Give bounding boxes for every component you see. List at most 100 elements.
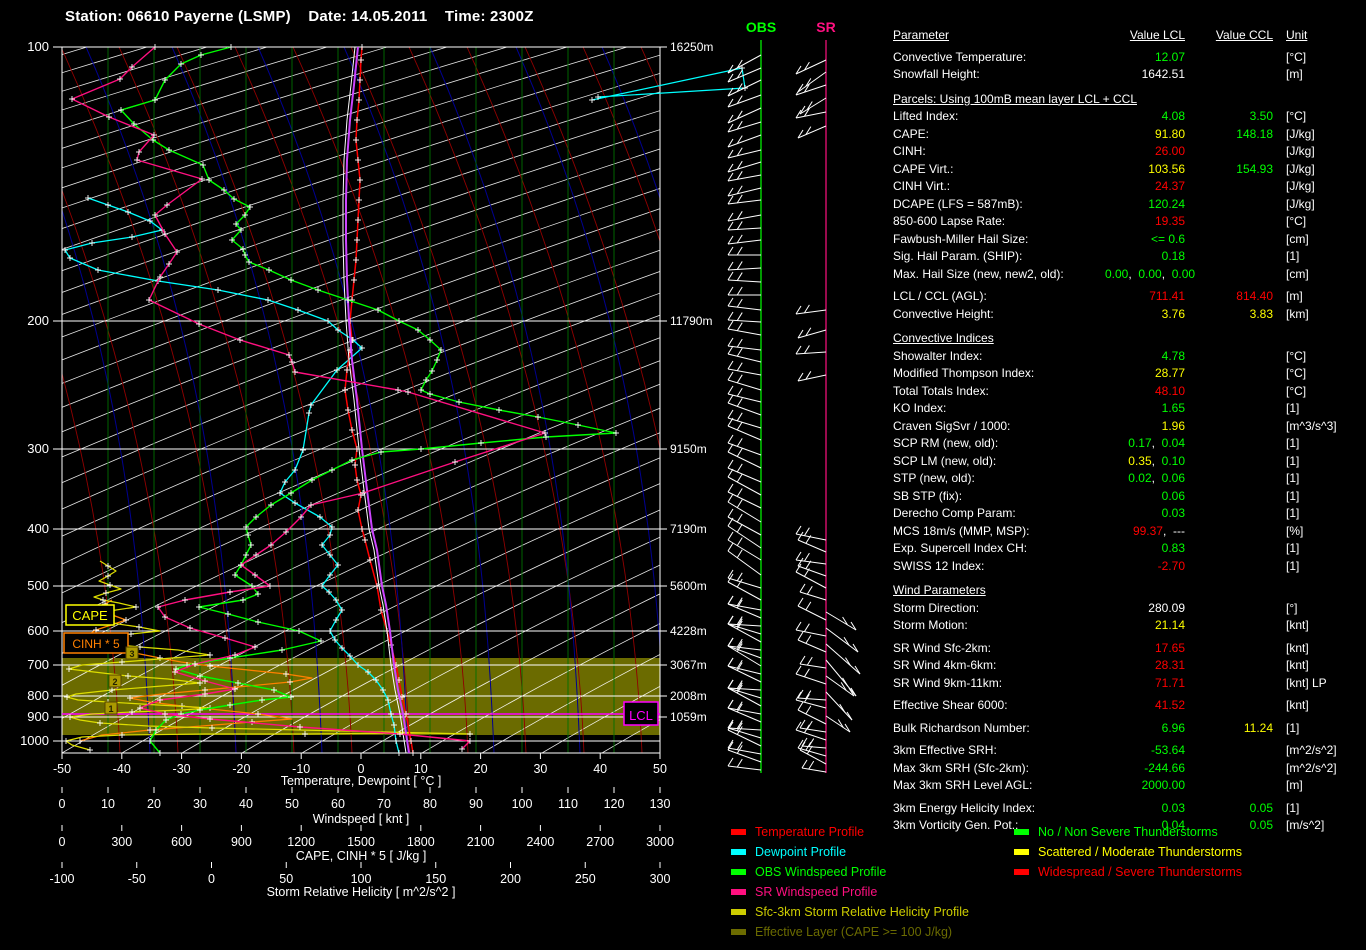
axis-tick-label: -100 <box>49 872 74 886</box>
table-row: KO Index:1.65 [1] <box>893 400 1363 418</box>
table-row: SR Wind 9km-11km:71.71[knt] LP <box>893 675 1363 693</box>
profile-legend-item: SR Windspeed Profile <box>731 882 969 902</box>
severity-legend-item: Scattered / Moderate Thunderstorms <box>1014 842 1242 862</box>
param-unit: [m^2/s^2] <box>1273 760 1363 778</box>
param-unit: [1] <box>1273 505 1363 523</box>
axis-tick-label: 40 <box>593 762 607 776</box>
param-unit: [°C] <box>1273 213 1363 231</box>
axis-temperature: -50-40-30-20-1001020304050Temperature, D… <box>53 753 667 788</box>
axis-tick-label: -50 <box>53 762 71 776</box>
param-value-lcl: <= 0.6 <box>1105 231 1185 249</box>
param-value-lcl: 6.96 <box>1105 720 1185 738</box>
param-unit: [m] <box>1273 288 1363 306</box>
col-unit: Unit <box>1273 27 1363 45</box>
axis-tick-label: 1200 <box>287 835 315 849</box>
param-label: 3km Energy Helicity Index: <box>893 800 1105 818</box>
param-value-lcl: 17.65 <box>1105 640 1185 658</box>
altitude-label: 16250m <box>670 40 713 54</box>
legend-label: Dewpoint Profile <box>755 845 846 859</box>
param-value-lcl: 26.00 <box>1105 143 1185 161</box>
table-row: SWISS 12 Index:-2.70[1] <box>893 558 1363 576</box>
param-value-lcl: 12.07 <box>1105 49 1185 67</box>
table-row: LCL / CCL (AGL):711.41814.40[m] <box>893 288 1363 306</box>
table-header-row: ParameterValue LCLValue CCLUnit <box>893 27 1363 45</box>
axis-tick-label: 30 <box>193 797 207 811</box>
table-row: Sig. Hail Param. (SHIP):0.18[1] <box>893 248 1363 266</box>
param-label: Snowfall Height: <box>893 66 1105 84</box>
param-label: MCS 18m/s (MMP, MSP): <box>893 523 1105 541</box>
param-label: Craven SigSvr / 1000: <box>893 418 1105 436</box>
param-unit: [1] <box>1273 720 1363 738</box>
param-label: Total Totals Index: <box>893 383 1105 401</box>
sr-wind-barbs: SR <box>796 19 860 773</box>
svg-text:3: 3 <box>129 649 134 659</box>
param-unit: [1] <box>1273 470 1363 488</box>
axis-tick-label: 250 <box>575 872 596 886</box>
obs-wind-barbs: OBS <box>728 19 776 773</box>
legend-swatch-icon <box>731 929 746 935</box>
param-value-lcl: 0.17, 0.04 <box>1105 435 1185 453</box>
axis-tick-label: 130 <box>650 797 671 811</box>
axis-tick-label: -20 <box>232 762 250 776</box>
param-label: SR Wind 4km-6km: <box>893 657 1105 675</box>
param-value-lcl: 91.80 <box>1105 126 1185 144</box>
param-label: SR Wind 9km-11km: <box>893 675 1105 693</box>
param-value-ccl <box>1185 66 1273 84</box>
param-value-lcl: 1.65 <box>1105 400 1185 418</box>
param-value-ccl <box>1185 213 1273 231</box>
param-value-ccl <box>1185 600 1273 618</box>
axis-title: Storm Relative Helicity [ m^2/s^2 ] <box>267 885 456 899</box>
col-parameter: Parameter <box>893 27 1105 45</box>
param-value-ccl <box>1185 418 1273 436</box>
legend-label: SR Windspeed Profile <box>755 885 877 899</box>
param-value-ccl <box>1185 248 1273 266</box>
param-value-ccl <box>1185 760 1273 778</box>
table-row: 3km Effective SRH:-53.64[m^2/s^2] <box>893 742 1363 760</box>
param-value-ccl <box>1185 675 1273 693</box>
param-label: SR Wind Sfc-2km: <box>893 640 1105 658</box>
section-header: Convective Indices <box>893 330 1363 348</box>
param-value-lcl: 24.37 <box>1105 178 1185 196</box>
param-value-lcl: -244.66 <box>1105 760 1185 778</box>
param-unit: [°] <box>1273 600 1363 618</box>
cape-label: CAPE <box>66 605 114 625</box>
param-unit: [1] <box>1273 453 1363 471</box>
param-unit: [1] <box>1273 400 1363 418</box>
param-value-lcl: 711.41 <box>1105 288 1185 306</box>
axis-tick-label: 2100 <box>467 835 495 849</box>
param-value-ccl: 154.93 <box>1185 161 1273 179</box>
param-label: Sig. Hail Param. (SHIP): <box>893 248 1105 266</box>
param-unit: [knt] <box>1273 657 1363 675</box>
param-value-ccl: 11.24 <box>1185 720 1273 738</box>
param-value-lcl: 2000.00 <box>1105 777 1185 795</box>
param-value-lcl: 1.96 <box>1105 418 1185 436</box>
parameter-table: ParameterValue LCLValue CCLUnit Convectiv… <box>893 27 1363 835</box>
param-value-ccl <box>1185 453 1273 471</box>
plot-frame <box>62 47 660 753</box>
param-value-lcl: 0.83 <box>1105 540 1185 558</box>
table-row: SCP LM (new, old):0.35, 0.10[1] <box>893 453 1363 471</box>
parcel-curve <box>346 47 409 753</box>
axis-tick-label: 20 <box>147 797 161 811</box>
param-value-lcl: 0.03 <box>1105 800 1185 818</box>
section-header: Parcels: Using 100mB mean layer LCL + CC… <box>893 91 1363 109</box>
param-label: Max. Hail Size (new, new2, old): <box>893 266 1105 284</box>
param-value-lcl: 280.09 <box>1105 600 1185 618</box>
axis-tick-label: -40 <box>113 762 131 776</box>
param-label: SCP RM (new, old): <box>893 435 1105 453</box>
legend-swatch-icon <box>1014 849 1029 855</box>
param-unit: [1] <box>1273 488 1363 506</box>
axis-tick-label: 0 <box>59 835 66 849</box>
table-row: 850-600 Lapse Rate:19.35[°C] <box>893 213 1363 231</box>
altitude-label: 5600m <box>670 579 707 593</box>
param-unit: [1] <box>1273 435 1363 453</box>
param-unit: [knt] <box>1273 640 1363 658</box>
param-unit: [J/kg] <box>1273 143 1363 161</box>
table-row: DCAPE (LFS = 587mB):120.24[J/kg] <box>893 196 1363 214</box>
axis-tick-label: 70 <box>377 797 391 811</box>
axis-tick-label: 100 <box>351 872 372 886</box>
param-label: KO Index: <box>893 400 1105 418</box>
table-row: SR Wind Sfc-2km:17.65 [knt] <box>893 640 1363 658</box>
param-value-ccl: 814.40 <box>1185 288 1273 306</box>
param-label: Effective Shear 6000: <box>893 697 1105 715</box>
